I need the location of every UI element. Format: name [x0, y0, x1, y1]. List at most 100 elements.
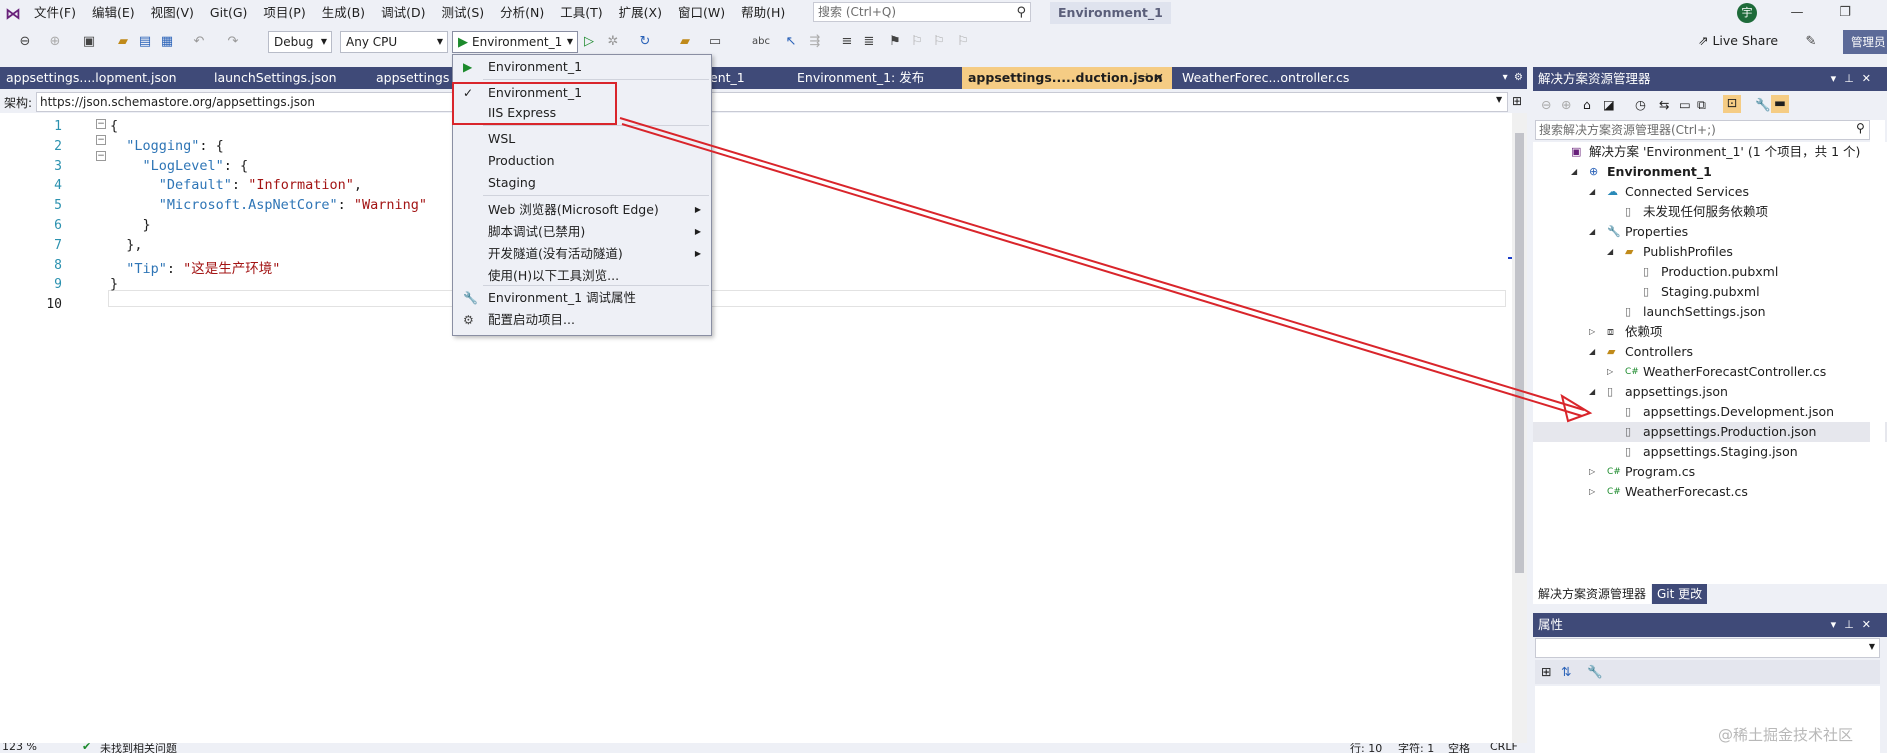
- avatar[interactable]: 宇: [1737, 3, 1757, 23]
- tree-item[interactable]: ▯ Staging.pubxml: [1533, 282, 1887, 302]
- next-bookmark-icon[interactable]: ⚐: [930, 33, 948, 51]
- dropdown-item[interactable]: ⚙ 配置启动项目...: [453, 310, 711, 330]
- open-folder-icon[interactable]: ▰: [114, 33, 132, 51]
- split-icon[interactable]: ⊞: [1512, 94, 1522, 108]
- dropdown-item[interactable]: Web 浏览器(Microsoft Edge) ▶: [453, 200, 711, 220]
- alphabetical-icon[interactable]: ⇅: [1561, 664, 1571, 679]
- document-tab[interactable]: appsettings....lopment.json: [0, 67, 206, 89]
- forward-icon[interactable]: ⊕: [1561, 97, 1571, 112]
- chevron-down-icon[interactable]: ▼: [1496, 95, 1502, 104]
- tree-item[interactable]: ▯ 未发现任何服务依赖项: [1533, 202, 1887, 222]
- expand-icon[interactable]: ▷: [1589, 322, 1595, 342]
- solution-search-input[interactable]: 搜索解决方案资源管理器(Ctrl+;): [1535, 120, 1870, 140]
- solution-scrollbar[interactable]: [1870, 120, 1885, 584]
- save-all-icon[interactable]: ▦: [158, 33, 176, 51]
- menu-item[interactable]: 项目(P): [255, 0, 313, 26]
- preview-icon[interactable]: ⊡: [1723, 95, 1741, 113]
- expand-icon[interactable]: ▷: [1589, 462, 1595, 482]
- minimize-button[interactable]: —: [1782, 2, 1812, 24]
- fold-toggle-icon[interactable]: −: [96, 151, 106, 161]
- property-pages-icon[interactable]: 🔧: [1587, 664, 1603, 680]
- search-input[interactable]: 搜索 (Ctrl+Q) ⚲: [813, 2, 1031, 22]
- fold-toggle-icon[interactable]: −: [96, 119, 106, 129]
- issues-status[interactable]: 未找到相关问题: [100, 743, 177, 753]
- tree-item[interactable]: ◢ ▰ PublishProfiles: [1533, 242, 1887, 262]
- configuration-combo[interactable]: Debug ▼: [268, 31, 332, 53]
- switch-views-icon[interactable]: ◪: [1603, 97, 1615, 112]
- menu-item[interactable]: Git(G): [202, 0, 256, 26]
- menu-item[interactable]: 工具(T): [552, 0, 610, 26]
- tree-item[interactable]: ▯ appsettings.Development.json: [1533, 402, 1887, 422]
- close-icon[interactable]: ✕: [1154, 67, 1164, 89]
- document-tab[interactable]: appsettings.....duction.json ⊣ ✕: [962, 67, 1172, 89]
- indent-icon[interactable]: ≡: [838, 33, 856, 51]
- menu-item[interactable]: 测试(S): [433, 0, 492, 26]
- tree-item[interactable]: ▷ ⧈ 依赖项: [1533, 322, 1887, 342]
- tree-item[interactable]: ▯ Production.pubxml: [1533, 262, 1887, 282]
- bookmark-icon[interactable]: ⚑: [886, 33, 904, 51]
- dropdown-item[interactable]: 开发隧道(没有活动隧道) ▶: [453, 244, 711, 264]
- tree-item[interactable]: ▯ appsettings.Production.json: [1533, 422, 1887, 442]
- redo-icon[interactable]: ↷: [224, 33, 242, 51]
- menu-item[interactable]: 生成(B): [314, 0, 373, 26]
- dropdown-item[interactable]: 🔧 Environment_1 调试属性: [453, 288, 711, 308]
- home-icon[interactable]: ⌂: [1583, 97, 1591, 112]
- save-icon[interactable]: ▤: [136, 33, 154, 51]
- properties-object-combo[interactable]: ▼: [1535, 638, 1880, 658]
- show-all-files-icon[interactable]: ⧉: [1697, 97, 1706, 113]
- comment-icon[interactable]: ≣: [860, 33, 878, 51]
- scrollbar-thumb[interactable]: [1515, 133, 1524, 573]
- forward-icon[interactable]: ⊕: [46, 33, 64, 51]
- tab-git-changes[interactable]: Git 更改: [1652, 584, 1708, 604]
- document-tab[interactable]: WeatherForec...ontroller.cs: [1176, 67, 1376, 89]
- admin-button[interactable]: 管理员: [1843, 30, 1887, 54]
- pane-controls[interactable]: ▾⊥✕: [1831, 613, 1879, 637]
- dropdown-item[interactable]: Staging: [453, 173, 711, 193]
- menu-item[interactable]: 窗口(W): [670, 0, 733, 26]
- dropdown-item[interactable]: 使用(H)以下工具浏览...: [453, 266, 711, 286]
- collapse-icon[interactable]: ◢: [1589, 342, 1595, 362]
- collapse-icon[interactable]: ◢: [1571, 162, 1577, 182]
- tab-tools[interactable]: ▾ ⚙: [1503, 67, 1523, 89]
- live-share-button[interactable]: ⇗ Live Share: [1698, 33, 1778, 48]
- menu-item[interactable]: 视图(V): [143, 0, 202, 26]
- expand-icon[interactable]: ▷: [1607, 362, 1613, 382]
- zoom-level[interactable]: 123 %: [2, 743, 37, 753]
- tree-item[interactable]: ◢ ⊕ Environment_1: [1533, 162, 1887, 182]
- layout-icon[interactable]: ▭: [706, 33, 724, 51]
- step-icon[interactable]: ⇶: [806, 33, 824, 51]
- menu-item[interactable]: 分析(N): [492, 0, 552, 26]
- menu-item[interactable]: 文件(F): [26, 0, 84, 26]
- tree-item[interactable]: ▯ launchSettings.json: [1533, 302, 1887, 322]
- pin-icon[interactable]: ⊣: [1139, 67, 1148, 89]
- document-tab[interactable]: appsettings.j: [370, 67, 450, 89]
- undo-icon[interactable]: ↶: [190, 33, 208, 51]
- sync-icon[interactable]: ⇆: [1659, 97, 1669, 112]
- run-target-combo[interactable]: ▶ Environment_1 ▼: [452, 31, 578, 53]
- tree-item[interactable]: ▷ C# WeatherForecast.cs: [1533, 482, 1887, 502]
- start-without-debug-icon[interactable]: ▷: [580, 33, 598, 51]
- document-tab[interactable]: launchSettings.json: [208, 67, 368, 89]
- feedback-icon[interactable]: ✎: [1802, 33, 1820, 51]
- attach-icon[interactable]: ✲: [604, 33, 622, 51]
- dropdown-item[interactable]: 脚本调试(已禁用) ▶: [453, 222, 711, 242]
- tab-solution-explorer[interactable]: 解决方案资源管理器: [1533, 584, 1652, 604]
- pending-changes-icon[interactable]: ◷: [1635, 97, 1646, 112]
- document-tab[interactable]: Environment_1: 发布: [791, 67, 959, 89]
- tree-item[interactable]: ◢ 🔧 Properties: [1533, 222, 1887, 242]
- fold-toggle-icon[interactable]: −: [96, 135, 106, 145]
- menu-item[interactable]: 调试(D): [373, 0, 433, 26]
- back-icon[interactable]: ⊖: [1541, 97, 1551, 112]
- collapse-icon[interactable]: ◢: [1589, 222, 1595, 242]
- tree-item[interactable]: ◢ ▯ appsettings.json: [1533, 382, 1887, 402]
- prev-bookmark-icon[interactable]: ⚐: [908, 33, 926, 51]
- eol-indicator[interactable]: CRLF: [1490, 743, 1518, 753]
- menu-item[interactable]: 帮助(H): [733, 0, 793, 26]
- editor-scrollbar[interactable]: [1512, 113, 1527, 743]
- tree-item[interactable]: ▷ C# WeatherForecastController.cs: [1533, 362, 1887, 382]
- tree-item[interactable]: ▣ 解决方案 'Environment_1' (1 个项目，共 1 个): [1533, 142, 1887, 162]
- collapse-icon[interactable]: ◢: [1589, 382, 1595, 402]
- search-icon[interactable]: ⚲: [1016, 4, 1026, 22]
- schema-input[interactable]: https://json.schemastore.org/appsettings…: [36, 92, 1508, 112]
- search-icon[interactable]: ⚲: [1856, 121, 1865, 135]
